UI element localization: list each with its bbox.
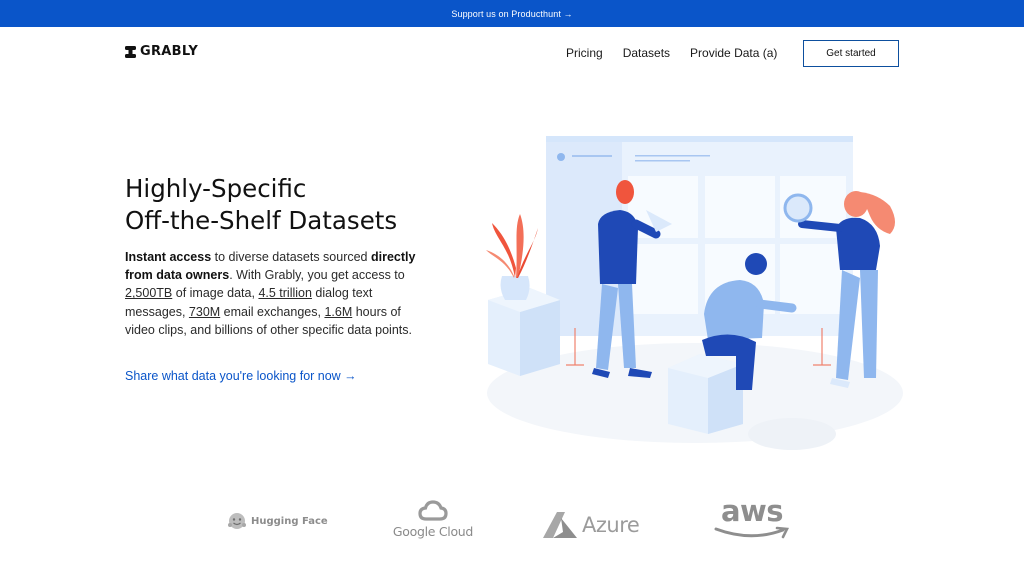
stat-image-data: 2,500TB bbox=[125, 286, 173, 301]
google-cloud-icon bbox=[418, 500, 448, 521]
azure-logo: Azure bbox=[541, 510, 640, 540]
google-cloud-text: Google Cloud bbox=[392, 524, 474, 539]
hero-description: Instant access to diverse datasets sourc… bbox=[125, 248, 425, 339]
hugging-face-logo: Hugging Face bbox=[227, 512, 328, 530]
azure-icon bbox=[543, 512, 577, 538]
hero-title: Highly-Specific Off-the-Shelf Datasets bbox=[125, 173, 455, 237]
announcement-bar: Support us on Producthunt → bbox=[0, 0, 1024, 27]
google-cloud-logo: Google Cloud bbox=[392, 500, 474, 539]
navbar: GRABLY Pricing Datasets Provide Data (a)… bbox=[0, 27, 1024, 81]
hero-illustration bbox=[486, 136, 903, 450]
instant-access-text: Instant access bbox=[125, 250, 212, 264]
body-text: email exchanges, bbox=[220, 304, 325, 319]
aws-smile-icon bbox=[714, 526, 790, 539]
nav-pricing[interactable]: Pricing bbox=[566, 46, 603, 60]
share-data-request-link[interactable]: Share what data you're looking for now → bbox=[125, 369, 357, 383]
hugging-face-text: Hugging Face bbox=[251, 515, 328, 527]
nav-datasets[interactable]: Datasets bbox=[623, 46, 670, 60]
aws-logo: aws bbox=[713, 496, 791, 540]
main-nav: Pricing Datasets Provide Data (a) bbox=[566, 46, 777, 60]
body-text: of image data, bbox=[172, 286, 259, 301]
grably-logo-icon bbox=[125, 45, 136, 58]
nav-provide-data[interactable]: Provide Data (a) bbox=[690, 46, 777, 60]
hugging-face-icon bbox=[228, 513, 246, 529]
producthunt-link[interactable]: Support us on Producthunt → bbox=[451, 9, 572, 19]
hero-title-line2: Off-the-Shelf Datasets bbox=[125, 206, 398, 235]
partner-logos: Hugging Face Google Cloud Azure aws bbox=[0, 490, 1024, 560]
aws-text: aws bbox=[720, 494, 784, 528]
hero-title-line1: Highly-Specific bbox=[125, 174, 307, 203]
body-text: to diverse datasets sourced bbox=[211, 250, 371, 264]
stat-dialog-messages: 4.5 trillion bbox=[258, 286, 312, 301]
stat-email-exchanges: 730M bbox=[188, 304, 221, 319]
get-started-button[interactable]: Get started bbox=[803, 40, 899, 67]
logo-text: GRABLY bbox=[140, 44, 199, 59]
azure-text: Azure bbox=[582, 513, 640, 537]
logo[interactable]: GRABLY bbox=[125, 44, 198, 59]
body-text: . With Grably, you get access to bbox=[229, 268, 405, 283]
stat-video-hours: 1.6M bbox=[324, 304, 353, 319]
